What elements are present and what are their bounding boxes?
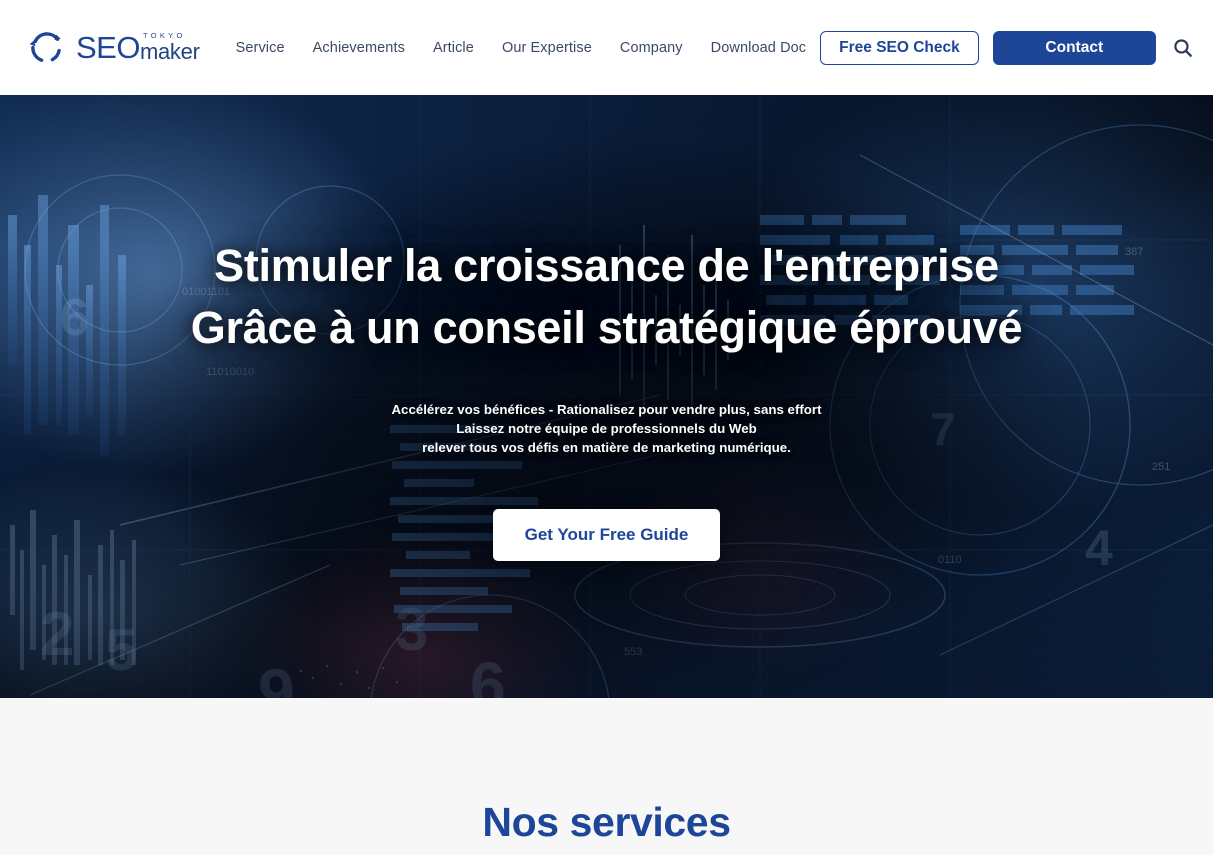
hero-subtitle-line-1: Accélérez vos bénéfices - Rationalisez p… (391, 402, 822, 418)
hero-subtitle-line-3: relever tous vos défis en matière de mar… (422, 439, 791, 455)
brand-tokyo-text: TOKYO (142, 30, 186, 40)
search-icon[interactable] (1170, 35, 1196, 61)
brand-maker-text: maker (139, 39, 200, 65)
hero-content: Stimuler la croissance de l'entreprise G… (0, 95, 1213, 698)
services-section: Nos services (0, 698, 1213, 855)
header-actions: Free SEO Check Contact (820, 30, 1213, 65)
hero-section: 2 5 9 3 6 6 7 4 01001101 11010010 553 38… (0, 95, 1213, 698)
nav-item-achievements[interactable]: Achievements (299, 34, 419, 62)
brand-logo[interactable]: SEO TOKYO maker (26, 28, 200, 68)
site-header: SEO TOKYO maker Service Achievements Art… (0, 0, 1213, 95)
nav-item-download-doc[interactable]: Download Doc (697, 34, 821, 62)
hero-title-line-1: Stimuler la croissance de l'entreprise (214, 240, 999, 291)
nav-item-our-expertise[interactable]: Our Expertise (488, 34, 606, 62)
nav-item-company[interactable]: Company (606, 34, 697, 62)
contact-button[interactable]: Contact (992, 30, 1156, 65)
brand-seo-text: SEO (76, 30, 140, 66)
nav-item-article[interactable]: Article (419, 34, 488, 62)
hero-title-line-2: Grâce à un conseil stratégique éprouvé (190, 302, 1023, 354)
free-seo-check-button[interactable]: Free SEO Check (820, 30, 979, 65)
hero-subtitle-line-2: Laissez notre équipe de professionnels d… (456, 421, 757, 437)
primary-navigation: Service Achievements Article Our Experti… (222, 34, 821, 62)
hero-title: Stimuler la croissance de l'entreprise G… (190, 235, 1023, 359)
nav-item-service[interactable]: Service (222, 34, 299, 62)
services-section-title: Nos services (482, 799, 731, 845)
get-free-guide-button[interactable]: Get Your Free Guide (492, 508, 721, 561)
brand-wordmark: SEO TOKYO maker (76, 32, 200, 64)
hero-subtitle: Accélérez vos bénéfices - Rationalisez p… (391, 401, 821, 458)
circular-swirl-logo-icon (26, 28, 66, 68)
